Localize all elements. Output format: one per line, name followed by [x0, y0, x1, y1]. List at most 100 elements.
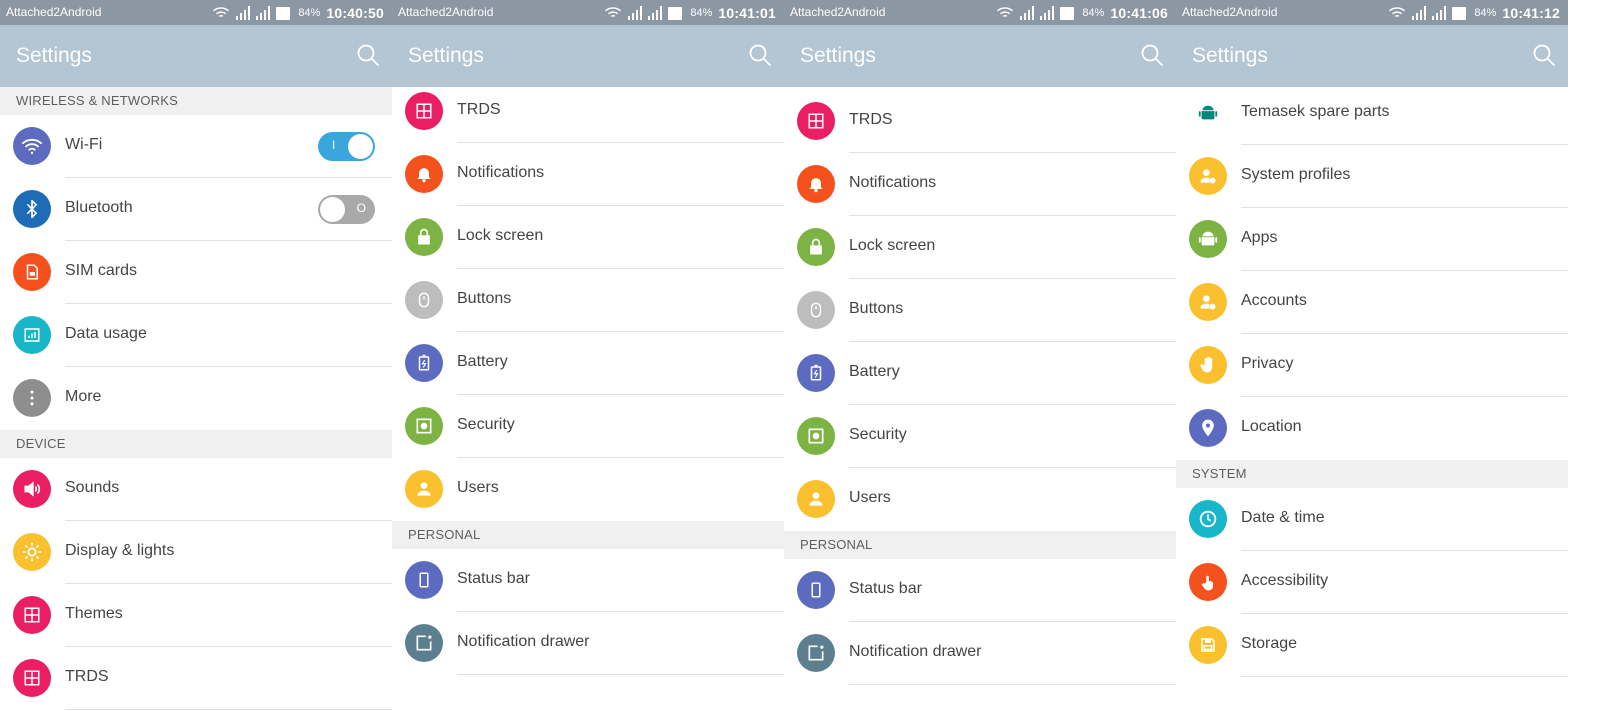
- settings-item-themes[interactable]: Themes: [0, 584, 392, 647]
- data-usage-icon: [13, 316, 51, 354]
- bluetooth-icon: [13, 190, 51, 228]
- settings-item-label: Data usage: [65, 325, 147, 342]
- settings-item-label: Notifications: [849, 174, 937, 191]
- settings-item-buttons[interactable]: Buttons: [392, 269, 784, 332]
- user-icon: [405, 470, 443, 508]
- settings-item-location[interactable]: Location: [1176, 397, 1568, 460]
- settings-item-sim-cards[interactable]: SIM cards: [0, 241, 392, 304]
- settings-item-apps[interactable]: Apps: [1176, 208, 1568, 271]
- settings-item-label: Accounts: [1241, 292, 1307, 309]
- settings-item-accounts[interactable]: Accounts: [1176, 271, 1568, 334]
- settings-item-bluetooth[interactable]: Bluetooth O: [0, 178, 392, 241]
- settings-item-system-profiles[interactable]: System profiles: [1176, 145, 1568, 208]
- settings-item-notification-drawer[interactable]: Notification drawer: [392, 612, 784, 675]
- settings-item-date-time[interactable]: Date & time: [1176, 488, 1568, 551]
- lock-icon: [405, 218, 443, 256]
- toggle-mark: I: [332, 138, 336, 152]
- settings-item-label: More: [65, 388, 102, 405]
- carrier-name: Attached2Android: [1182, 5, 1278, 19]
- settings-item-storage[interactable]: Storage: [1176, 614, 1568, 677]
- cell-signal-icon: [236, 6, 251, 20]
- settings-item-label: Battery: [457, 353, 508, 370]
- security-icon: [797, 417, 835, 455]
- status-bar: Attached2Android 84% 10:41:06: [784, 0, 1176, 25]
- app-bar: Settings: [784, 25, 1176, 87]
- settings-item-accessibility[interactable]: Accessibility: [1176, 551, 1568, 614]
- battery-percentage: 84%: [690, 7, 713, 19]
- settings-item-label: Sounds: [65, 479, 120, 496]
- profile-icon: [1189, 157, 1227, 195]
- settings-item-label: Battery: [849, 363, 900, 380]
- settings-item-trds[interactable]: TRDS: [0, 647, 392, 710]
- settings-item-label: Bluetooth: [65, 199, 133, 216]
- cell-signal-icon: [1040, 6, 1055, 20]
- settings-item-label: Notification drawer: [457, 633, 590, 650]
- status-bar: Attached2Android 84% 10:40:50: [0, 0, 392, 25]
- settings-item-wi-fi[interactable]: Wi-Fi I: [0, 115, 392, 178]
- status-indicators: 84% 10:41:12: [1388, 3, 1560, 23]
- search-icon[interactable]: [1532, 43, 1556, 67]
- bluetooth-toggle[interactable]: O: [318, 195, 375, 224]
- settings-list: Temasek spare parts System profiles Apps Ac…: [1176, 82, 1568, 677]
- battery-percentage: 84%: [1474, 7, 1497, 19]
- wi-fi-toggle[interactable]: I: [318, 132, 375, 161]
- settings-item-battery[interactable]: Battery: [784, 342, 1176, 405]
- settings-item-users[interactable]: Users: [784, 468, 1176, 531]
- settings-item-notification-drawer[interactable]: Notification drawer: [784, 622, 1176, 685]
- cell-signal-icon: [1412, 6, 1427, 20]
- settings-item-label: System profiles: [1241, 166, 1351, 183]
- settings-item-label: Themes: [65, 605, 123, 622]
- status-indicators: 84% 10:40:50: [212, 3, 384, 23]
- settings-item-notifications[interactable]: Notifications: [392, 143, 784, 206]
- toggle-knob: [320, 197, 345, 222]
- status-clock: 10:41:01: [718, 5, 776, 21]
- settings-panel: Attached2Android 84% 10:40:50 Settings WIREL…: [0, 0, 392, 711]
- page-title: Settings: [1192, 44, 1268, 67]
- settings-item-lock-screen[interactable]: Lock screen: [392, 206, 784, 269]
- bell-icon: [797, 165, 835, 203]
- settings-item-temasek-spare-parts[interactable]: Temasek spare parts: [1176, 82, 1568, 145]
- settings-panel: Attached2Android 84% 10:41:06 Settings TRDS N…: [784, 0, 1176, 711]
- settings-item-data-usage[interactable]: Data usage: [0, 304, 392, 367]
- settings-item-label: Privacy: [1241, 355, 1294, 372]
- search-icon[interactable]: [1140, 43, 1164, 67]
- storage-icon: [1189, 626, 1227, 664]
- settings-list: TRDS Notifications Lock screen Buttons Batte…: [392, 80, 784, 675]
- settings-item-label: Accessibility: [1241, 572, 1329, 589]
- phone-icon: [405, 561, 443, 599]
- settings-item-trds[interactable]: TRDS: [392, 80, 784, 143]
- settings-item-privacy[interactable]: Privacy: [1176, 334, 1568, 397]
- cell-signal-icon: [1020, 6, 1035, 20]
- settings-item-status-bar[interactable]: Status bar: [784, 559, 1176, 622]
- settings-item-label: Notifications: [457, 164, 545, 181]
- settings-item-more[interactable]: More: [0, 367, 392, 430]
- settings-item-lock-screen[interactable]: Lock screen: [784, 216, 1176, 279]
- settings-item-trds[interactable]: TRDS: [784, 90, 1176, 153]
- user-icon: [797, 480, 835, 518]
- lock-icon: [797, 228, 835, 266]
- account-icon: [1189, 283, 1227, 321]
- settings-item-label: Lock screen: [849, 237, 936, 254]
- sound-icon: [13, 470, 51, 508]
- settings-item-notifications[interactable]: Notifications: [784, 153, 1176, 216]
- wifi-icon: [13, 127, 51, 165]
- android-icon: [1189, 94, 1227, 132]
- settings-item-users[interactable]: Users: [392, 458, 784, 521]
- settings-item-label: SIM cards: [65, 262, 138, 279]
- carrier-name: Attached2Android: [790, 5, 886, 19]
- settings-item-security[interactable]: Security: [784, 405, 1176, 468]
- page-title: Settings: [16, 44, 92, 67]
- settings-item-battery[interactable]: Battery: [392, 332, 784, 395]
- settings-item-status-bar[interactable]: Status bar: [392, 549, 784, 612]
- settings-item-security[interactable]: Security: [392, 395, 784, 458]
- settings-item-sounds[interactable]: Sounds: [0, 458, 392, 521]
- settings-item-label: Temasek spare parts: [1241, 103, 1390, 120]
- settings-item-display-lights[interactable]: Display & lights: [0, 521, 392, 584]
- search-icon[interactable]: [748, 43, 772, 67]
- page-title: Settings: [800, 44, 876, 67]
- search-icon[interactable]: [356, 43, 380, 67]
- settings-item-buttons[interactable]: Buttons: [784, 279, 1176, 342]
- mouse-icon: [797, 291, 835, 329]
- cell-signal-icon: [1432, 6, 1447, 20]
- battery-percentage: 84%: [298, 7, 321, 19]
